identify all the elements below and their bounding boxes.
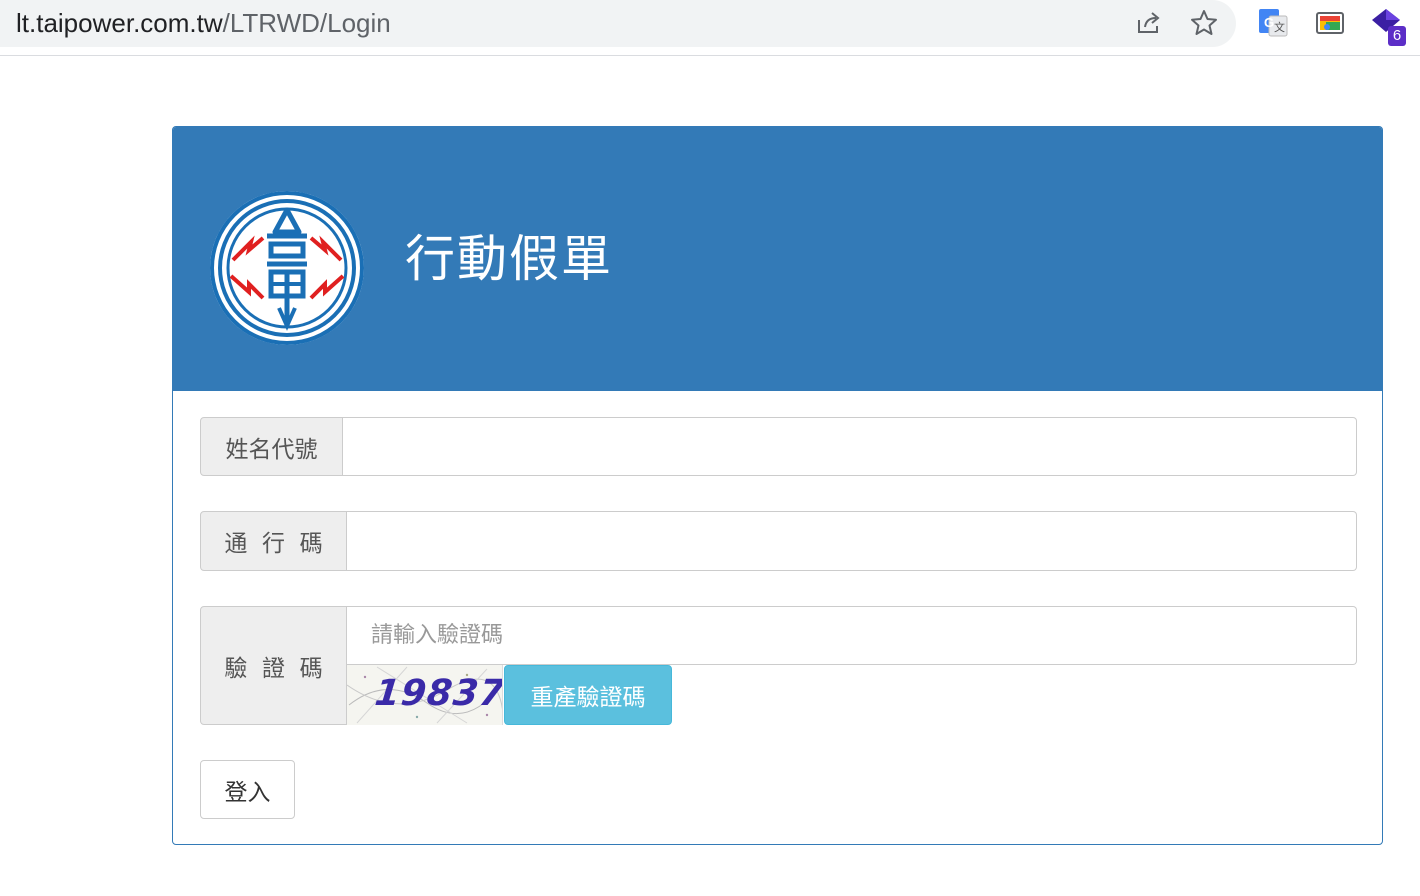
panel-heading: 行動假單 <box>173 127 1382 391</box>
bookmark-star-icon[interactable] <box>1189 8 1219 38</box>
extension-badge: 6 <box>1388 26 1406 46</box>
captcha-input[interactable] <box>347 606 1357 665</box>
refresh-captcha-button[interactable]: 重產驗證碼 <box>504 665 672 725</box>
captcha-text: 19837 <box>372 673 503 714</box>
url-path: /LTRWD/Login <box>222 8 391 38</box>
address-bar[interactable]: lt.taipower.com.tw/LTRWD/Login <box>0 0 1236 47</box>
cast-icon[interactable] <box>1313 6 1347 40</box>
name-label: 姓名代號 <box>200 417 343 476</box>
google-translate-icon[interactable]: G 文 <box>1256 6 1290 40</box>
url-host: lt.taipower.com.tw <box>16 8 223 38</box>
captcha-image: 19837 <box>347 665 503 725</box>
login-panel: 行動假單 姓名代號 通 行 碼 驗 證 碼 19837 重產驗證碼 登入 <box>172 126 1383 845</box>
login-button[interactable]: 登入 <box>200 760 295 819</box>
app-title: 行動假單 <box>405 230 613 288</box>
captcha-label: 驗 證 碼 <box>200 606 347 725</box>
name-input[interactable] <box>343 417 1357 476</box>
share-icon[interactable] <box>1133 8 1163 38</box>
password-label: 通 行 碼 <box>200 511 347 571</box>
password-input[interactable] <box>347 511 1357 571</box>
url-text[interactable]: lt.taipower.com.tw/LTRWD/Login <box>16 8 391 38</box>
svg-text:G: G <box>1264 15 1274 30</box>
browser-toolbar: lt.taipower.com.tw/LTRWD/Login G 文 6 <box>0 0 1420 56</box>
svg-text:文: 文 <box>1274 20 1285 34</box>
taipower-logo <box>210 191 364 345</box>
extension-icon[interactable]: 6 <box>1370 6 1406 46</box>
